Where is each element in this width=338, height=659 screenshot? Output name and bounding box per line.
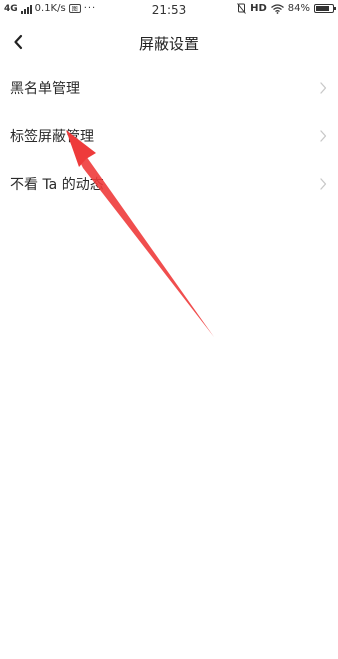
list-item-label: 标签屏蔽管理	[10, 129, 94, 145]
settings-list: 黑名单管理 标签屏蔽管理 不看 Ta 的动态	[0, 64, 338, 208]
battery-fill	[316, 6, 330, 11]
list-item-label: 黑名单管理	[10, 81, 80, 97]
battery-icon	[314, 4, 336, 13]
page-title: 屏蔽设置	[138, 35, 199, 53]
hd-icon: HD	[250, 3, 267, 14]
chevron-right-icon	[320, 82, 327, 94]
screen: 4G 0.1K/s 图 ··· 21:53 HD 84% 屏蔽设置 黑名单管理 …	[0, 0, 338, 659]
wifi-icon	[270, 3, 284, 14]
chevron-right-icon	[320, 130, 327, 142]
nav-bar: 屏蔽设置	[0, 22, 338, 64]
mute-icon	[237, 3, 246, 14]
battery-percent: 84%	[287, 3, 310, 14]
list-item-hide-moments[interactable]: 不看 Ta 的动态	[0, 160, 338, 208]
chevron-right-icon	[320, 178, 327, 190]
list-item-tag-block[interactable]: 标签屏蔽管理	[0, 112, 338, 160]
status-bar: 4G 0.1K/s 图 ··· 21:53 HD 84%	[0, 0, 338, 22]
list-item-label: 不看 Ta 的动态	[10, 177, 104, 193]
status-right: HD 84%	[237, 3, 336, 14]
list-item-blacklist[interactable]: 黑名单管理	[0, 64, 338, 112]
